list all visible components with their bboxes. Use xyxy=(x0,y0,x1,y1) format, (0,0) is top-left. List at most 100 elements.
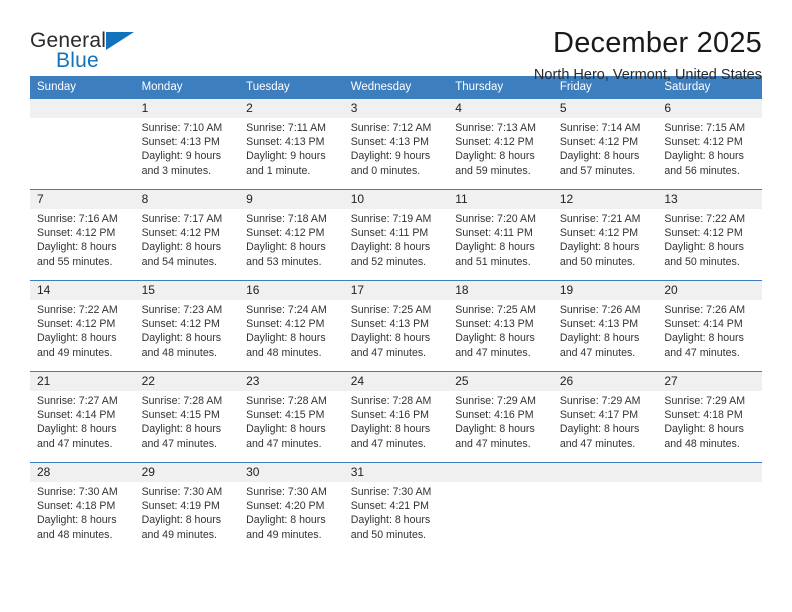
sunrise-text: Sunrise: 7:22 AM xyxy=(664,213,746,225)
calendar-day-cell[interactable]: 2 Sunrise: 7:11 AM Sunset: 4:13 PM Daylight… xyxy=(239,98,344,190)
day-number: 31 xyxy=(343,463,449,482)
sunrise-text: Sunrise: 7:26 AM xyxy=(664,304,746,316)
calendar-day-cell[interactable]: 3 Sunrise: 7:12 AM Sunset: 4:13 PM Daylight… xyxy=(343,98,449,190)
sunrise-text: Sunrise: 7:23 AM xyxy=(141,304,223,316)
daylight-text-line1: Daylight: 8 hours xyxy=(141,332,222,345)
calendar-day-cell[interactable]: 24 Sunrise: 7:28 AM Sunset: 4:16 PM Dayligh… xyxy=(343,371,449,463)
calendar-day-cell[interactable]: 12 Sunrise: 7:21 AM Sunset: 4:12 PM Dayligh… xyxy=(552,189,658,281)
calendar-body: 1 Sunrise: 7:10 AM Sunset: 4:13 PM Daylight… xyxy=(30,98,762,553)
day-details: Sunrise: 7:25 AM Sunset: 4:13 PM Daylight:… xyxy=(344,300,449,360)
calendar-cell-inner: 4 Sunrise: 7:13 AM Sunset: 4:12 PM Daylight… xyxy=(448,99,553,189)
calendar-day-cell[interactable]: 23 Sunrise: 7:28 AM Sunset: 4:15 PM Dayligh… xyxy=(239,371,344,463)
daylight-text-line2: and 57 minutes. xyxy=(559,164,636,177)
calendar-day-cell[interactable]: 29 Sunrise: 7:30 AM Sunset: 4:19 PM Dayligh… xyxy=(134,462,240,553)
daylight-text-line2: and 53 minutes. xyxy=(246,255,322,268)
calendar-cell-inner: 23 Sunrise: 7:28 AM Sunset: 4:15 PM Dayligh… xyxy=(239,372,344,462)
sunrise-text: Sunrise: 7:22 AM xyxy=(37,304,118,316)
calendar-cell-inner: 7 Sunrise: 7:16 AM Sunset: 4:12 PM Daylight… xyxy=(30,190,135,280)
page-header: General Blue December 2025 North Hero, V… xyxy=(30,0,762,83)
daylight-text-line1: Daylight: 8 hours xyxy=(559,241,640,254)
day-details: Sunrise: 7:24 AM Sunset: 4:12 PM Daylight:… xyxy=(239,300,344,360)
daylight-text-line2: and 56 minutes. xyxy=(664,164,740,177)
daylight-text-line2: and 52 minutes. xyxy=(350,255,427,268)
daylight-text-line2: and 47 minutes. xyxy=(559,346,636,359)
calendar-day-cell[interactable]: 22 Sunrise: 7:28 AM Sunset: 4:15 PM Dayligh… xyxy=(134,371,240,463)
daylight-text-line1: Daylight: 8 hours xyxy=(559,423,640,436)
sunrise-text: Sunrise: 7:30 AM xyxy=(37,486,118,498)
calendar-cell-empty xyxy=(448,462,553,553)
calendar-day-cell[interactable]: 17 Sunrise: 7:25 AM Sunset: 4:13 PM Dayligh… xyxy=(343,280,449,372)
sunrise-text: Sunrise: 7:24 AM xyxy=(246,304,327,316)
sunset-text: Sunset: 4:13 PM xyxy=(246,136,325,149)
calendar-day-cell[interactable]: 27 Sunrise: 7:29 AM Sunset: 4:18 PM Dayligh… xyxy=(657,371,762,463)
calendar-day-cell[interactable]: 30 Sunrise: 7:30 AM Sunset: 4:20 PM Dayligh… xyxy=(239,462,344,553)
daylight-text-line2: and 59 minutes. xyxy=(455,164,531,177)
sunset-text: Sunset: 4:12 PM xyxy=(664,227,743,240)
calendar-week-row: 14 Sunrise: 7:22 AM Sunset: 4:12 PM Dayligh… xyxy=(30,280,762,372)
calendar-day-cell[interactable]: 21 Sunrise: 7:27 AM Sunset: 4:14 PM Dayligh… xyxy=(30,371,135,463)
calendar-day-cell[interactable]: 19 Sunrise: 7:26 AM Sunset: 4:13 PM Dayligh… xyxy=(552,280,658,372)
calendar-day-cell[interactable]: 6 Sunrise: 7:15 AM Sunset: 4:12 PM Daylight… xyxy=(657,98,762,190)
calendar-day-cell[interactable]: 16 Sunrise: 7:24 AM Sunset: 4:12 PM Dayligh… xyxy=(239,280,344,372)
daylight-text-line1: Daylight: 8 hours xyxy=(664,241,744,254)
day-number: 17 xyxy=(343,281,449,300)
day-number: 7 xyxy=(30,190,135,209)
calendar-day-cell[interactable]: 10 Sunrise: 7:19 AM Sunset: 4:11 PM Dayligh… xyxy=(343,189,449,281)
calendar-day-cell[interactable]: 31 Sunrise: 7:30 AM Sunset: 4:21 PM Dayligh… xyxy=(343,462,449,553)
daylight-text-line2: and 49 minutes. xyxy=(141,528,217,541)
sunset-text: Sunset: 4:19 PM xyxy=(141,500,220,513)
calendar-week-row: 28 Sunrise: 7:30 AM Sunset: 4:18 PM Dayligh… xyxy=(30,462,762,553)
calendar-day-cell[interactable]: 20 Sunrise: 7:26 AM Sunset: 4:14 PM Dayligh… xyxy=(657,280,762,372)
calendar-day-cell[interactable]: 4 Sunrise: 7:13 AM Sunset: 4:12 PM Daylight… xyxy=(448,98,553,190)
calendar-day-cell[interactable]: 11 Sunrise: 7:20 AM Sunset: 4:11 PM Dayligh… xyxy=(448,189,553,281)
calendar-day-cell[interactable]: 5 Sunrise: 7:14 AM Sunset: 4:12 PM Daylight… xyxy=(552,98,658,190)
sunset-text: Sunset: 4:17 PM xyxy=(559,409,639,422)
calendar-cell-inner: 5 Sunrise: 7:14 AM Sunset: 4:12 PM Daylight… xyxy=(552,99,658,189)
daylight-text-line1: Daylight: 8 hours xyxy=(455,332,535,345)
daylight-text-line1: Daylight: 9 hours xyxy=(141,150,222,163)
calendar-day-cell[interactable]: 13 Sunrise: 7:22 AM Sunset: 4:12 PM Dayligh… xyxy=(657,189,762,281)
day-number: 28 xyxy=(30,463,135,482)
calendar-week-row: 7 Sunrise: 7:16 AM Sunset: 4:12 PM Daylight… xyxy=(30,189,762,281)
sunset-text: Sunset: 4:21 PM xyxy=(350,500,430,513)
calendar-day-cell[interactable]: 14 Sunrise: 7:22 AM Sunset: 4:12 PM Dayligh… xyxy=(30,280,135,372)
calendar-day-cell[interactable]: 18 Sunrise: 7:25 AM Sunset: 4:13 PM Dayligh… xyxy=(448,280,553,372)
daylight-text-line1: Daylight: 8 hours xyxy=(141,514,222,527)
day-number: 12 xyxy=(552,190,658,209)
day-number: 20 xyxy=(657,281,762,300)
day-details: Sunrise: 7:22 AM Sunset: 4:12 PM Daylight:… xyxy=(657,209,762,269)
sunrise-text: Sunrise: 7:28 AM xyxy=(350,395,432,407)
calendar-day-cell[interactable]: 26 Sunrise: 7:29 AM Sunset: 4:17 PM Dayligh… xyxy=(552,371,658,463)
daylight-text-line2: and 47 minutes. xyxy=(455,346,531,359)
sunset-text: Sunset: 4:12 PM xyxy=(37,227,116,240)
day-details: Sunrise: 7:29 AM Sunset: 4:16 PM Daylight:… xyxy=(448,391,553,451)
sunrise-text: Sunrise: 7:18 AM xyxy=(246,213,327,225)
calendar-day-cell[interactable]: 28 Sunrise: 7:30 AM Sunset: 4:18 PM Dayligh… xyxy=(30,462,135,553)
daylight-text-line2: and 51 minutes. xyxy=(455,255,531,268)
calendar-day-cell[interactable]: 8 Sunrise: 7:17 AM Sunset: 4:12 PM Daylight… xyxy=(134,189,240,281)
calendar-day-cell[interactable]: 25 Sunrise: 7:29 AM Sunset: 4:16 PM Dayligh… xyxy=(448,371,553,463)
sunrise-text: Sunrise: 7:30 AM xyxy=(141,486,223,498)
day-details: Sunrise: 7:10 AM Sunset: 4:13 PM Daylight:… xyxy=(135,118,240,178)
calendar-cell-inner: 10 Sunrise: 7:19 AM Sunset: 4:11 PM Dayligh… xyxy=(343,190,449,280)
day-number xyxy=(657,463,762,482)
sunrise-text: Sunrise: 7:14 AM xyxy=(559,122,641,134)
daylight-text-line2: and 48 minutes. xyxy=(246,346,322,359)
calendar-cell-inner: 31 Sunrise: 7:30 AM Sunset: 4:21 PM Dayligh… xyxy=(343,463,449,553)
calendar-cell-inner xyxy=(657,463,762,553)
sunrise-text: Sunrise: 7:25 AM xyxy=(455,304,536,316)
day-details: Sunrise: 7:25 AM Sunset: 4:13 PM Daylight:… xyxy=(448,300,553,360)
daylight-text-line1: Daylight: 8 hours xyxy=(455,423,535,436)
calendar-day-cell[interactable]: 1 Sunrise: 7:10 AM Sunset: 4:13 PM Daylight… xyxy=(134,98,240,190)
daylight-text-line1: Daylight: 8 hours xyxy=(559,150,640,163)
calendar-day-cell[interactable]: 15 Sunrise: 7:23 AM Sunset: 4:12 PM Dayligh… xyxy=(134,280,240,372)
calendar-cell-empty xyxy=(30,98,135,190)
calendar-day-cell[interactable]: 7 Sunrise: 7:16 AM Sunset: 4:12 PM Daylight… xyxy=(30,189,135,281)
calendar-day-cell[interactable]: 9 Sunrise: 7:18 AM Sunset: 4:12 PM Daylight… xyxy=(239,189,344,281)
day-details: Sunrise: 7:30 AM Sunset: 4:21 PM Daylight:… xyxy=(344,482,449,542)
daylight-text-line2: and 48 minutes. xyxy=(37,528,113,541)
day-number: 5 xyxy=(552,99,658,118)
day-number: 13 xyxy=(657,190,762,209)
logo-general-blue[interactable]: General Blue xyxy=(30,26,150,74)
sunrise-text: Sunrise: 7:10 AM xyxy=(141,122,223,134)
